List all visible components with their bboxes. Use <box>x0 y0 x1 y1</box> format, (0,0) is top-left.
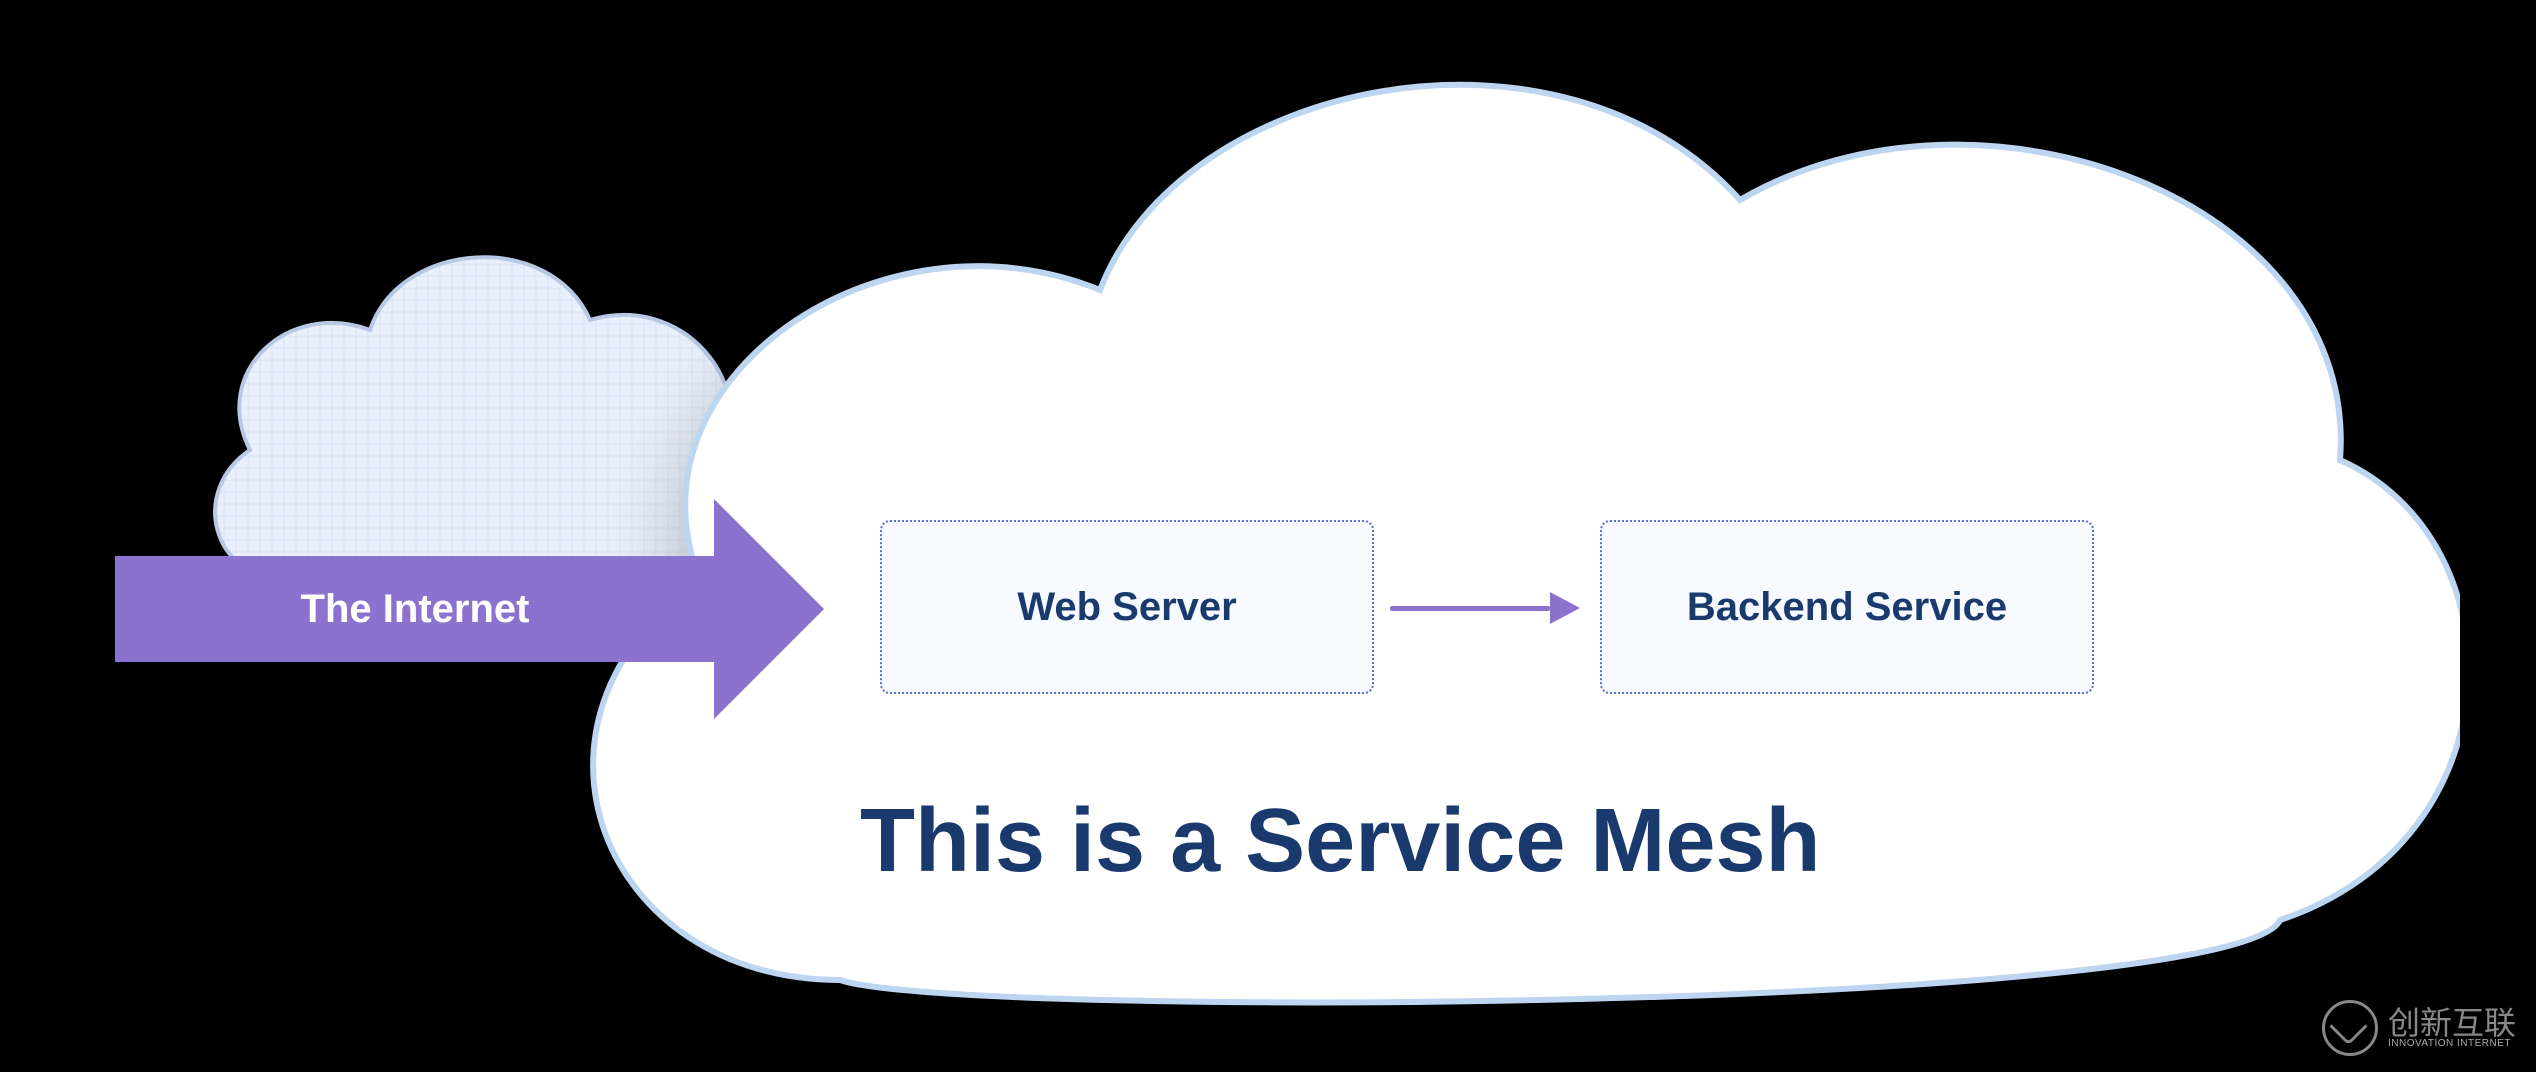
diagram-canvas: The Internet Web Server Backend Service … <box>0 0 2536 1072</box>
watermark-logo-icon <box>2322 1000 2378 1056</box>
web-server-label: Web Server <box>1017 585 1236 630</box>
watermark: 创新互联 INNOVATION INTERNET <box>2322 1000 2516 1056</box>
watermark-tag: INNOVATION INTERNET <box>2388 1039 2516 1049</box>
internet-arrow: The Internet <box>115 556 824 662</box>
mesh-caption: This is a Service Mesh <box>860 790 1820 893</box>
backend-service-node: Backend Service <box>1600 520 2094 694</box>
arrow-line-icon <box>1390 606 1550 611</box>
internet-label: The Internet <box>115 556 715 662</box>
arrow-head-icon <box>714 499 824 719</box>
backend-service-label: Backend Service <box>1687 585 2007 630</box>
arrow-head-icon <box>1550 592 1580 624</box>
watermark-text: 创新互联 INNOVATION INTERNET <box>2388 1007 2516 1049</box>
web-server-node: Web Server <box>880 520 1374 694</box>
service-arrow <box>1390 598 1580 618</box>
watermark-brand: 创新互联 <box>2388 1005 2516 1041</box>
